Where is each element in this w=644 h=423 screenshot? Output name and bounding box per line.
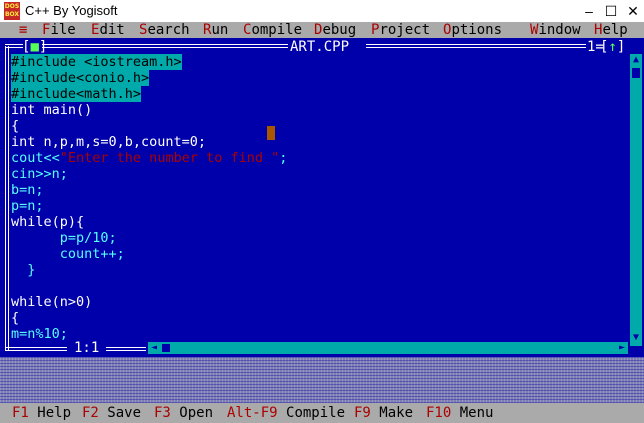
horizontal-scroll-thumb[interactable] <box>162 344 170 352</box>
status-open[interactable]: F3 Open <box>154 403 213 423</box>
status-help[interactable]: F1 Help <box>12 403 71 423</box>
editor-close-box[interactable]: [■] <box>22 39 47 55</box>
code-line: p=n; <box>11 198 44 214</box>
code-line: #include<math.h> <box>11 86 142 102</box>
code-line: } <box>11 262 36 278</box>
menu-project[interactable]: Project <box>371 22 430 38</box>
menu-run[interactable]: Run <box>203 22 228 38</box>
scroll-right-arrow-icon[interactable]: ► <box>616 342 628 354</box>
minimize-button[interactable]: – <box>578 0 600 22</box>
window-title: C++ By Yogisoft <box>25 3 118 18</box>
code-line: { <box>11 118 20 134</box>
status-save[interactable]: F2 Save <box>82 403 141 423</box>
code-line: b=n; <box>11 182 44 198</box>
menu-options[interactable]: Options <box>443 22 502 38</box>
window-frame-top <box>42 44 288 48</box>
close-window-button[interactable]: ✕ <box>622 0 644 22</box>
menu-debug[interactable]: Debug <box>314 22 356 38</box>
window-frame-left <box>5 46 9 350</box>
zoom-box[interactable]: [↑] <box>600 39 625 55</box>
code-line: #include <iostream.h> <box>11 54 182 70</box>
code-line: int n,p,m,s=0,b,count=0; <box>11 134 207 150</box>
scroll-left-arrow-icon[interactable]: ◄ <box>148 342 160 354</box>
code-line: m=n%10; <box>11 326 68 342</box>
code-line: #include<conio.h> <box>11 70 150 86</box>
window-frame-bottom <box>5 347 67 351</box>
status-menu[interactable]: F10 Menu <box>426 403 493 423</box>
status-bar: F1 Help F2 Save F3 Open Alt-F9 Compile F… <box>0 403 644 423</box>
desktop-background <box>0 357 644 403</box>
file-title: ART.CPP <box>290 39 350 55</box>
dosbox-app-icon: DOS BOX <box>4 2 20 20</box>
code-line: int main() <box>11 102 93 118</box>
vertical-scrollbar[interactable]: ▲ ▼ <box>630 54 642 346</box>
editor-window: [■] ART.CPP 1= [↑] #include <iostream.h>… <box>0 38 644 357</box>
code-editor[interactable]: #include <iostream.h> #include<conio.h> … <box>11 54 631 342</box>
status-make[interactable]: F9 Make <box>354 403 413 423</box>
code-line-string: cout<<"Enter the number to find "; <box>11 150 288 166</box>
code-line: while(p){ <box>11 214 85 230</box>
window-frame-bottom <box>106 347 146 351</box>
menu-search[interactable]: Search <box>139 22 190 38</box>
code-line: cin>>n; <box>11 166 68 182</box>
menu-compile[interactable]: Compile <box>243 22 302 38</box>
cursor-position: 1:1 <box>74 340 100 356</box>
horizontal-scrollbar[interactable]: ◄ ► <box>148 342 628 354</box>
maximize-button[interactable]: ☐ <box>600 0 622 22</box>
menu-bar: ≡ File Edit Search Run Compile Debug Pro… <box>0 22 644 38</box>
code-line: { <box>11 310 20 326</box>
window-frame-top <box>366 44 586 48</box>
scroll-up-arrow-icon[interactable]: ▲ <box>630 54 642 66</box>
system-menu-icon[interactable]: ≡ <box>19 22 27 38</box>
text-cursor <box>267 126 275 140</box>
code-line: count++; <box>11 246 125 262</box>
window-title-bar: DOS BOX C++ By Yogisoft – ☐ ✕ <box>0 0 644 23</box>
vertical-scroll-thumb[interactable] <box>632 68 640 78</box>
status-compile[interactable]: Alt-F9 Compile <box>227 403 345 423</box>
menu-window[interactable]: Window <box>530 22 581 38</box>
menu-help[interactable]: Help <box>594 22 628 38</box>
code-line: while(n>0) <box>11 294 93 310</box>
scroll-down-arrow-icon[interactable]: ▼ <box>630 332 642 344</box>
menu-edit[interactable]: Edit <box>91 22 125 38</box>
code-line: p=p/10; <box>11 230 117 246</box>
menu-file[interactable]: File <box>42 22 76 38</box>
